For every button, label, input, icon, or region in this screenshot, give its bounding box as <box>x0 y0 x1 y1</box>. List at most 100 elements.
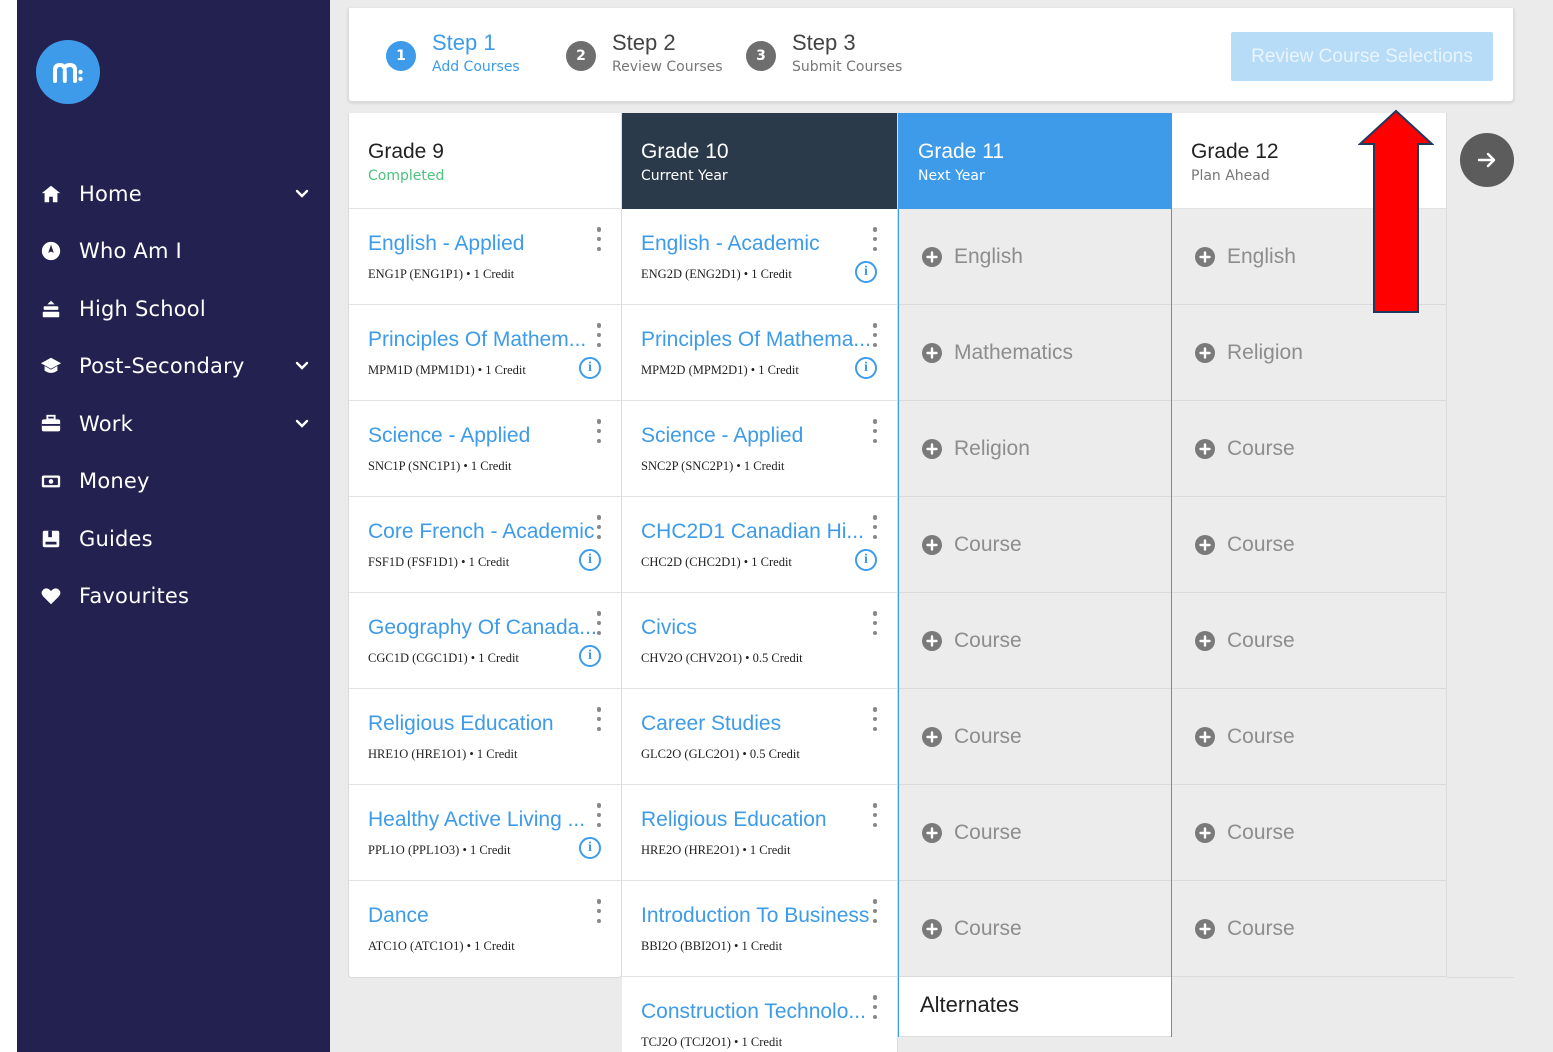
compass-icon <box>39 239 63 263</box>
chevron-down-icon[interactable] <box>294 358 310 374</box>
chevron-down-icon[interactable] <box>294 186 310 202</box>
course-card[interactable]: Science - Applied SNC1P (SNC1P1) • 1 Cred… <box>349 401 621 497</box>
info-icon[interactable]: i <box>579 837 601 859</box>
course-card[interactable]: Science - Applied SNC2P (SNC2P1) • 1 Cred… <box>622 401 897 497</box>
info-icon[interactable]: i <box>579 645 601 667</box>
sidebar-item-high-school[interactable]: High School <box>17 280 330 338</box>
course-card[interactable]: English - Applied ENG1P (ENG1P1) • 1 Cred… <box>349 209 621 305</box>
course-name-link[interactable]: Construction Technolo... <box>641 1000 866 1024</box>
review-course-selections-button[interactable]: Review Course Selections <box>1231 32 1493 81</box>
course-card[interactable]: CHC2D1 Canadian Hi... CHC2D (CHC2D1) • 1 … <box>622 497 897 593</box>
course-card[interactable]: Healthy Active Living ... PPL1O (PPL1O3) … <box>349 785 621 881</box>
next-grade-arrow-button[interactable] <box>1460 133 1514 187</box>
add-course-label: Course <box>1227 532 1295 556</box>
sidebar-item-who-am-i[interactable]: Who Am I <box>17 223 330 281</box>
add-course-slot[interactable]: Course <box>1172 401 1446 497</box>
school-icon <box>39 297 63 321</box>
info-icon[interactable]: i <box>855 357 877 379</box>
step-1[interactable]: 1 Step 1 Add Courses <box>386 28 520 76</box>
add-course-slot[interactable]: Course <box>1172 689 1446 785</box>
add-course-slot[interactable]: Course <box>1172 593 1446 689</box>
sidebar-item-guides[interactable]: Guides <box>17 510 330 568</box>
sidebar-item-label: Who Am I <box>79 239 182 264</box>
info-icon[interactable]: i <box>855 549 877 571</box>
more-options-icon[interactable] <box>595 707 603 731</box>
course-name-link[interactable]: Career Studies <box>641 712 781 736</box>
course-card[interactable]: Principles Of Mathema... MPM2D (MPM2D1) •… <box>622 305 897 401</box>
info-icon[interactable]: i <box>855 261 877 283</box>
more-options-icon[interactable] <box>871 227 879 251</box>
course-name-link[interactable]: English - Academic <box>641 232 820 256</box>
course-card[interactable]: Introduction To Business BBI2O (BBI2O1) •… <box>622 881 897 977</box>
course-name-link[interactable]: Civics <box>641 616 697 640</box>
add-course-slot[interactable]: Course <box>1172 881 1446 977</box>
more-options-icon[interactable] <box>871 707 879 731</box>
course-name-link[interactable]: Principles Of Mathema... <box>641 328 871 352</box>
add-course-slot[interactable]: Course <box>899 785 1171 881</box>
more-options-icon[interactable] <box>595 899 603 923</box>
course-name-link[interactable]: Introduction To Business <box>641 904 869 928</box>
more-options-icon[interactable] <box>871 995 879 1019</box>
step-3[interactable]: 3 Step 3 Submit Courses <box>746 28 902 76</box>
course-card[interactable]: Civics CHV2O (CHV2O1) • 0.5 Credit <box>622 593 897 689</box>
course-name-link[interactable]: English - Applied <box>368 232 524 256</box>
more-options-icon[interactable] <box>595 515 603 539</box>
add-course-slot[interactable]: Course <box>899 881 1171 977</box>
add-course-slot[interactable]: Course <box>1172 785 1446 881</box>
grade-title: Grade 10 <box>641 140 729 163</box>
step-2[interactable]: 2 Step 2 Review Courses <box>566 28 723 76</box>
course-card[interactable]: Geography Of Canada... CGC1D (CGC1D1) • 1… <box>349 593 621 689</box>
add-course-slot[interactable]: Course <box>1172 497 1446 593</box>
course-name-link[interactable]: Science - Applied <box>368 424 530 448</box>
course-name-link[interactable]: Science - Applied <box>641 424 803 448</box>
more-options-icon[interactable] <box>595 611 603 635</box>
add-course-slot[interactable]: Mathematics <box>899 305 1171 401</box>
more-options-icon[interactable] <box>871 803 879 827</box>
course-card[interactable]: Religious Education HRE2O (HRE2O1) • 1 Cr… <box>622 785 897 881</box>
more-options-icon[interactable] <box>871 323 879 347</box>
course-card[interactable]: English - Academic ENG2D (ENG2D1) • 1 Cre… <box>622 209 897 305</box>
course-card[interactable]: Construction Technolo... TCJ2O (TCJ2O1) •… <box>622 977 897 1052</box>
course-name-link[interactable]: Principles Of Mathem... <box>368 328 586 352</box>
course-card[interactable]: Core French - Academic FSF1D (FSF1D1) • 1… <box>349 497 621 593</box>
info-icon[interactable]: i <box>579 357 601 379</box>
more-options-icon[interactable] <box>871 611 879 635</box>
course-name-link[interactable]: Dance <box>368 904 429 928</box>
add-course-slot[interactable]: Religion <box>899 401 1171 497</box>
course-name-link[interactable]: CHC2D1 Canadian Hi... <box>641 520 864 544</box>
course-name-link[interactable]: Core French - Academic <box>368 520 594 544</box>
course-code: PPL1O (PPL1O3) • 1 Credit <box>368 843 511 857</box>
more-options-icon[interactable] <box>595 803 603 827</box>
add-course-slot[interactable]: Course <box>899 497 1171 593</box>
sidebar-item-home[interactable]: Home <box>17 165 330 223</box>
add-course-slot[interactable]: Course <box>899 689 1171 785</box>
more-options-icon[interactable] <box>871 899 879 923</box>
more-options-icon[interactable] <box>595 419 603 443</box>
course-card[interactable]: Dance ATC1O (ATC1O1) • 1 Credit <box>349 881 621 977</box>
add-course-label: Course <box>1227 724 1295 748</box>
more-options-icon[interactable] <box>871 515 879 539</box>
course-name-link[interactable]: Religious Education <box>641 808 827 832</box>
grade-title: Grade 11 <box>918 140 1004 163</box>
myblueprint-logo-icon[interactable] <box>36 40 100 104</box>
course-name-link[interactable]: Religious Education <box>368 712 554 736</box>
course-card[interactable]: Principles Of Mathem... MPM1D (MPM1D1) • … <box>349 305 621 401</box>
course-code: MPM2D (MPM2D1) • 1 Credit <box>641 363 799 377</box>
more-options-icon[interactable] <box>871 419 879 443</box>
add-course-slot[interactable]: Religion <box>1172 305 1446 401</box>
sidebar-item-favourites[interactable]: Favourites <box>17 568 330 626</box>
course-name-link[interactable]: Geography Of Canada... <box>368 616 597 640</box>
add-course-slot[interactable]: Course <box>899 593 1171 689</box>
more-options-icon[interactable] <box>595 227 603 251</box>
course-card[interactable]: Religious Education HRE1O (HRE1O1) • 1 Cr… <box>349 689 621 785</box>
more-options-icon[interactable] <box>595 323 603 347</box>
sidebar-item-label: Guides <box>79 526 153 551</box>
add-course-slot[interactable]: English <box>899 209 1171 305</box>
chevron-down-icon[interactable] <box>294 416 310 432</box>
sidebar-item-work[interactable]: Work <box>17 395 330 453</box>
sidebar-item-post-secondary[interactable]: Post-Secondary <box>17 338 330 396</box>
info-icon[interactable]: i <box>579 549 601 571</box>
course-name-link[interactable]: Healthy Active Living ... <box>368 808 585 832</box>
course-card[interactable]: Career Studies GLC2O (GLC2O1) • 0.5 Credi… <box>622 689 897 785</box>
sidebar-item-money[interactable]: Money <box>17 453 330 511</box>
